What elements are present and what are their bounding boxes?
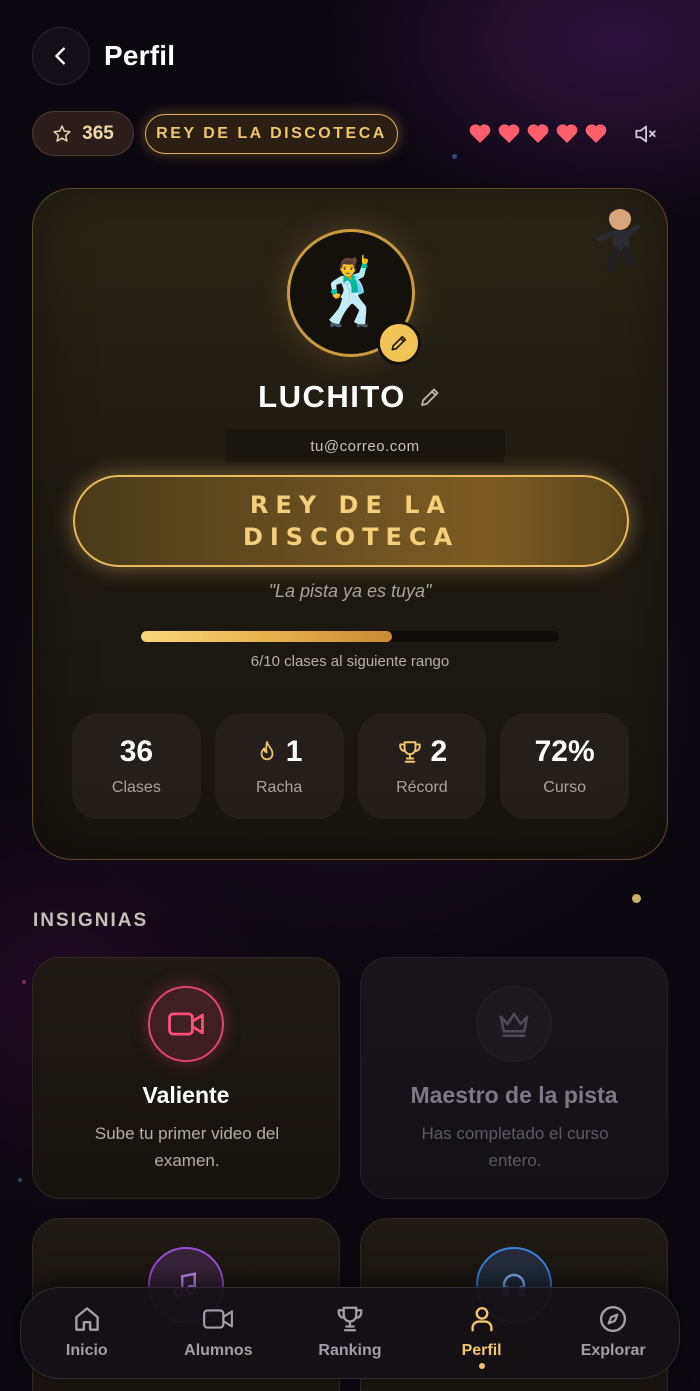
nav-label: Ranking [318,1342,382,1359]
rank-title-banner: REY DE LA DISCOTECA [73,475,629,567]
nav-label: Alumnos [184,1342,253,1359]
user-icon [471,1306,493,1332]
status-row: 365 REY DE LA DISCOTECA [32,111,668,157]
sparkle-dot [632,894,641,903]
rank-progress-bar [141,631,559,642]
points-value: 365 [82,122,114,144]
badge-description: Has completado el curso entero. [421,1124,609,1170]
badge-description: Sube tu primer video del examen. [94,1124,280,1170]
active-indicator-dot [478,1363,485,1369]
badge-title: Maestro de la pista [410,1082,618,1108]
compass-icon [600,1305,627,1333]
badge-card-valiente[interactable]: Valiente Sube tu primer video del examen… [32,957,340,1199]
stat-label: Racha [256,779,303,796]
badge-card-maestro[interactable]: Maestro de la pista Has completado el cu… [360,957,668,1199]
edit-avatar-button[interactable] [377,321,421,365]
home-icon [74,1307,99,1331]
mute-icon[interactable] [632,121,658,147]
heart-icon [527,124,549,143]
stat-label: Curso [543,779,586,796]
lives-hearts [468,122,608,144]
stat-label: Récord [396,779,448,796]
stat-streak: 1 Racha [214,713,344,819]
stat-label: Clases [111,779,161,796]
nav-label: Explorar [580,1342,646,1359]
nav-item-inicio[interactable]: Inicio [21,1288,153,1378]
username-row: LUCHITO [33,379,667,415]
heart-icon [585,124,607,143]
stat-value: 2 [430,735,448,768]
page-title: Perfil [104,40,176,71]
heart-icon [469,124,491,143]
badge-title: Valiente [142,1082,230,1108]
heart-icon [556,124,578,143]
sparkle-dot [22,980,26,984]
dancer-mascot-icon [596,206,640,272]
video-camera-icon [168,1012,204,1036]
stat-value: 36 [119,735,154,768]
flame-icon [260,741,274,761]
stat-course: 72% Curso [500,713,629,819]
badge-icon-circle [476,986,552,1062]
back-button[interactable] [32,27,90,85]
chevron-left-icon [55,47,65,65]
trophy-icon [398,741,421,763]
sparkle-dot [18,1178,22,1182]
pencil-icon [391,335,407,351]
bottom-navigation: Inicio Alumnos Ranking Perfil Explorar [20,1287,680,1379]
crown-icon [499,1012,529,1037]
points-pill[interactable]: 365 [32,111,134,156]
badges-section-title: INSIGNIAS [33,910,149,931]
profile-card: 🕺 LUCHITO tu@correo.com REY DE LA DISCOT… [32,188,668,860]
email-text: tu@correo.com [225,429,505,463]
stat-record: 2 Récord [357,713,487,819]
nav-item-perfil[interactable]: Perfil [416,1288,548,1378]
rank-badge: REY DE LA DISCOTECA [145,114,398,154]
stat-classes: 36 Clases [72,713,201,819]
nav-label: Perfil [461,1342,502,1359]
rank-title: REY DE LA DISCOTECA [242,491,460,551]
stats-row: 36 Clases 1 Racha 2 Récord 72% Curso [72,713,629,819]
username: LUCHITO [258,379,406,414]
trophy-icon [337,1306,363,1332]
rank-progress-label: 6/10 clases al siguiente rango [250,653,450,670]
nav-item-explorar[interactable]: Explorar [547,1288,679,1378]
header: Perfil [32,27,175,85]
avatar-emoji: 🕺 [311,256,391,330]
heart-icon [498,124,520,143]
rank-quote: "La pista ya es tuya" [268,581,432,601]
badge-icon-circle [148,986,224,1062]
edit-name-pencil-icon[interactable] [418,385,442,409]
stat-value: 1 [285,735,303,768]
rank-progress-fill [141,631,392,642]
star-icon [53,124,71,142]
video-camera-icon [203,1309,234,1329]
nav-item-alumnos[interactable]: Alumnos [153,1288,285,1378]
nav-label: Inicio [65,1342,108,1359]
nav-item-ranking[interactable]: Ranking [284,1288,416,1378]
stat-value: 72% [534,735,595,768]
